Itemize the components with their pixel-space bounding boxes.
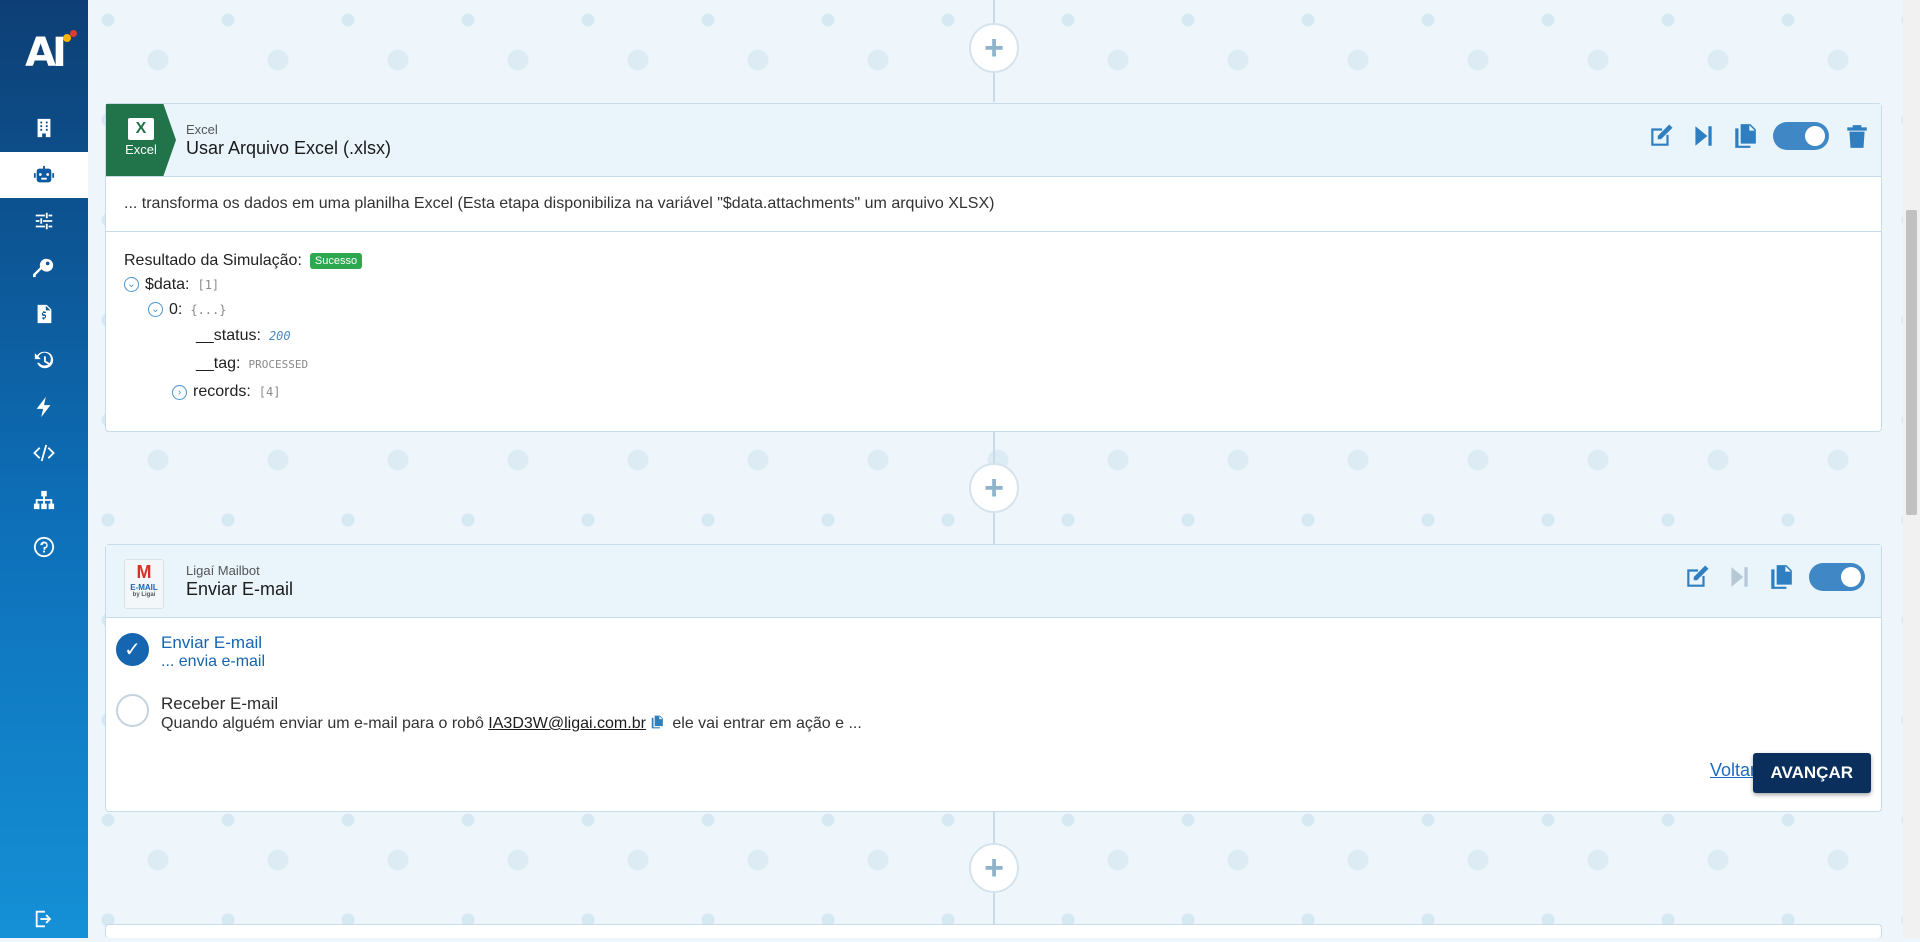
key-icon[interactable]	[0, 245, 88, 291]
excel-badge-label: Excel	[125, 142, 157, 157]
skip-next-icon[interactable]	[1689, 122, 1717, 150]
edit-icon[interactable]	[1647, 122, 1675, 150]
skip-next-icon	[1725, 563, 1753, 591]
trash-icon[interactable]	[1843, 122, 1871, 150]
tree-key: 0:	[169, 300, 183, 318]
option-title: Enviar E-mail	[161, 633, 263, 652]
back-button[interactable]: Voltar	[1710, 760, 1756, 781]
add-step-button[interactable]: +	[969, 843, 1019, 893]
check-icon[interactable]: ✓	[116, 633, 149, 666]
tree-key: $data:	[145, 275, 190, 293]
lightning-icon[interactable]	[0, 384, 88, 430]
step-enabled-toggle[interactable]	[1809, 563, 1865, 591]
scrollbar[interactable]	[1903, 0, 1920, 938]
tree-key: __tag:	[196, 355, 241, 372]
tree-value: 200	[268, 329, 291, 343]
sidebar: AI	[0, 0, 88, 938]
tree-key: records:	[193, 383, 251, 400]
robot-email-link[interactable]: IA3D3W@ligai.com.br	[488, 715, 646, 732]
add-step-button[interactable]: +	[969, 463, 1019, 513]
simulation-result: Resultado da Simulação: Sucesso ⌄ $data:…	[106, 232, 1881, 424]
tree-key: __status:	[196, 327, 261, 344]
step-title: Enviar E-mail	[186, 579, 294, 599]
invoice-icon[interactable]	[0, 291, 88, 337]
step-enabled-toggle[interactable]	[1773, 122, 1829, 150]
excel-icon: X Excel	[106, 104, 176, 176]
logo-text: AI	[25, 30, 67, 76]
simulation-label: Resultado da Simulação:	[124, 252, 302, 269]
app-logo[interactable]: AI	[0, 0, 88, 106]
step-description: ... transforma os dados em uma planilha …	[106, 177, 1881, 232]
option-description: ... envia e-mail	[161, 653, 266, 670]
network-icon[interactable]	[0, 477, 88, 523]
sliders-icon[interactable]	[0, 198, 88, 244]
tree-value: PROCESSED	[248, 357, 309, 371]
scrollbar-thumb[interactable]	[1906, 210, 1917, 515]
tree-value: [1]	[197, 277, 220, 292]
card-header: X Excel Excel Usar Arquivo Excel (.xlsx)	[106, 104, 1881, 177]
card-header: M E-MAIL by Ligaí Ligaí Mailbot Enviar E…	[106, 545, 1881, 618]
option-description: Quando alguém enviar um e-mail para o ro…	[161, 714, 862, 732]
tree-value: [4]	[258, 385, 281, 399]
option-title: Receber E-mail	[161, 694, 279, 713]
robot-icon[interactable]	[0, 152, 88, 198]
copy-icon[interactable]	[1767, 563, 1795, 591]
collapse-icon[interactable]: ⌄	[124, 277, 139, 292]
help-icon[interactable]	[0, 524, 88, 570]
tree-value: {...}	[190, 302, 227, 317]
next-button[interactable]: AVANÇAR	[1752, 753, 1871, 793]
step-subtitle: Excel	[186, 122, 218, 137]
code-icon[interactable]	[0, 430, 88, 476]
edit-icon[interactable]	[1683, 563, 1711, 591]
building-icon[interactable]	[0, 105, 88, 151]
status-badge: Sucesso	[309, 253, 363, 269]
radio-button[interactable]	[116, 694, 149, 727]
option-send-email[interactable]: ✓ Enviar E-mail ... envia e-mail	[116, 633, 265, 671]
step-title: Usar Arquivo Excel (.xlsx)	[186, 138, 392, 158]
excel-step-card: X Excel Excel Usar Arquivo Excel (.xlsx)…	[105, 103, 1882, 432]
expand-icon[interactable]: ›	[172, 384, 187, 400]
option-receive-email[interactable]: Receber E-mail Quando alguém enviar um e…	[116, 694, 862, 733]
collapse-icon[interactable]: ⌄	[148, 302, 163, 317]
copy-icon[interactable]	[1731, 122, 1759, 150]
mail-step-card: M E-MAIL by Ligaí Ligaí Mailbot Enviar E…	[105, 544, 1882, 812]
logout-icon[interactable]	[0, 896, 88, 942]
next-step-card	[105, 924, 1882, 938]
step-subtitle: Ligaí Mailbot	[186, 563, 260, 578]
email-icon: M E-MAIL by Ligaí	[124, 559, 164, 609]
copy-icon[interactable]	[650, 714, 664, 730]
add-step-button[interactable]: +	[969, 23, 1019, 73]
history-icon[interactable]	[0, 337, 88, 383]
